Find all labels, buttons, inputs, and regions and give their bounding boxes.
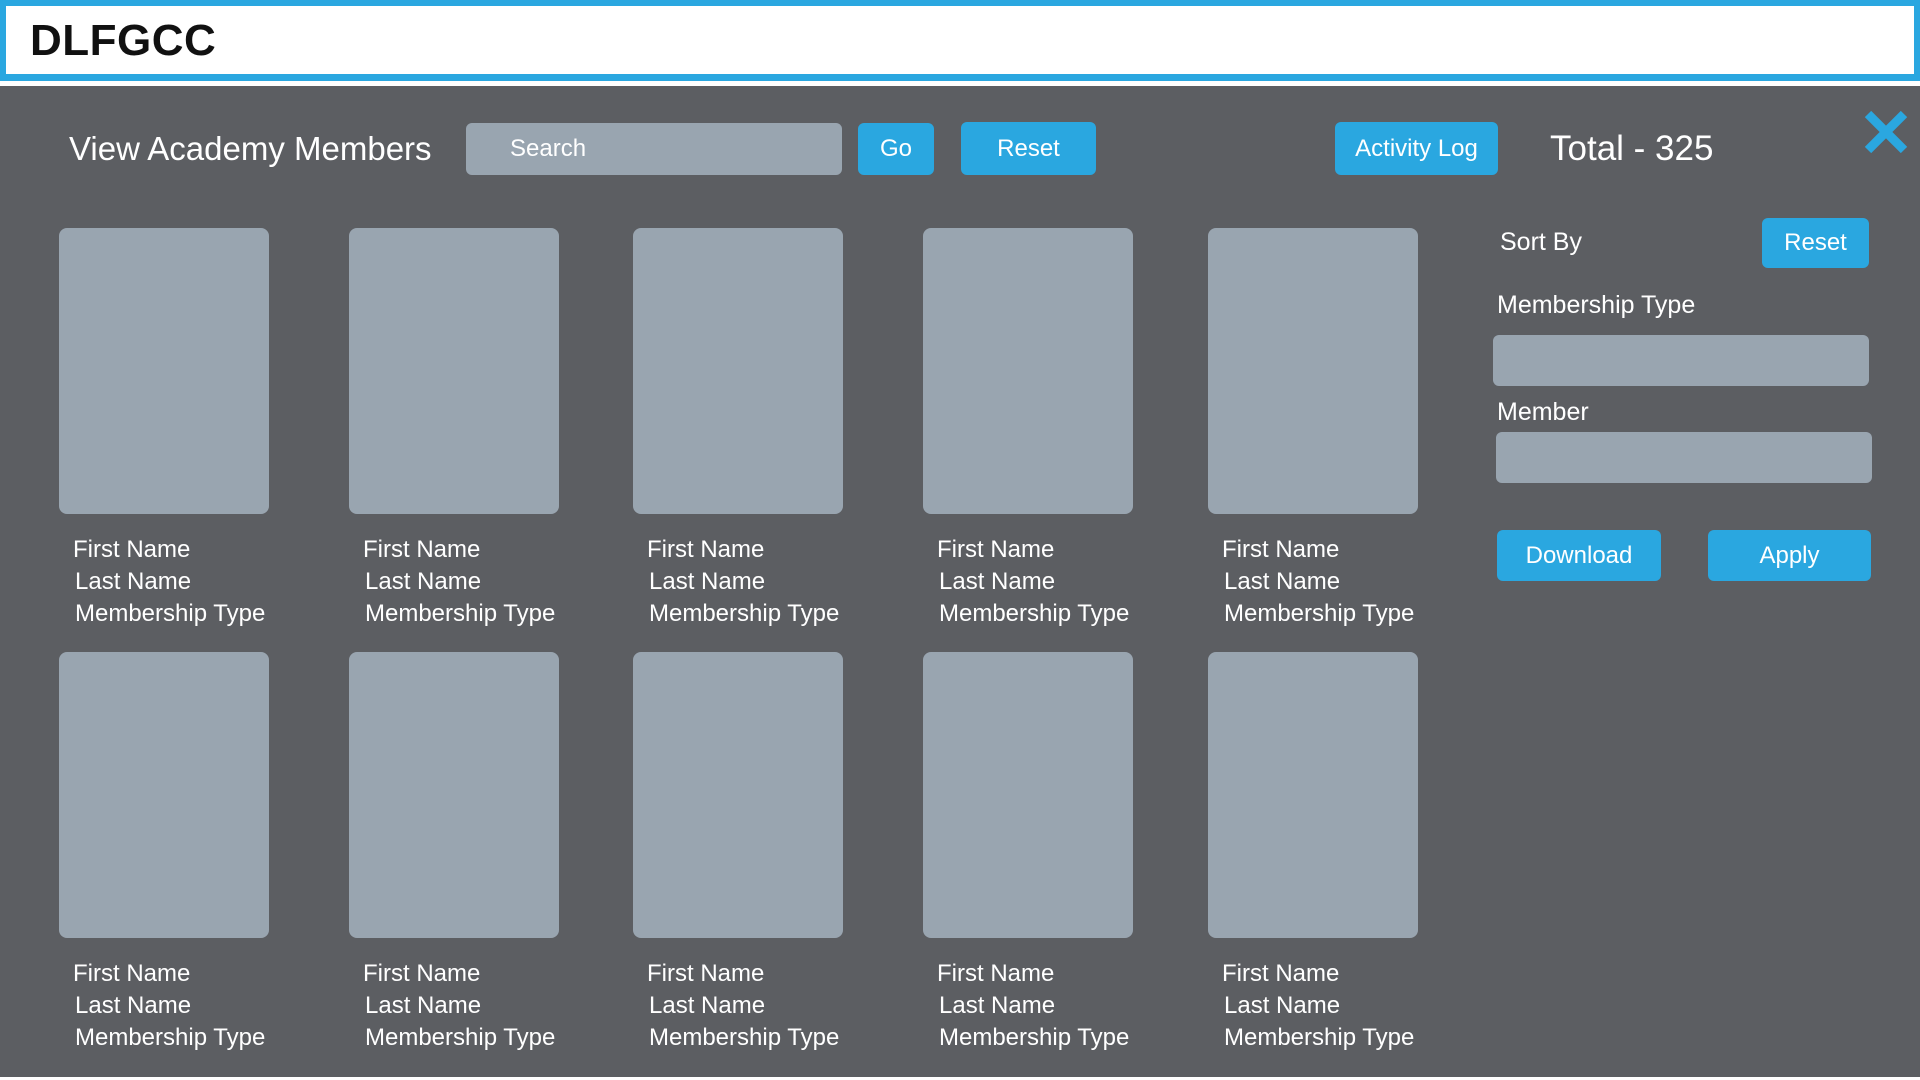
member-label: Member [1497,398,1589,426]
member-last-name: Last Name [75,568,192,595]
member-membership-type: Membership Type [75,1024,266,1051]
member-first-name: First Name [363,536,481,563]
member-last-name: Last Name [939,568,1056,595]
member-membership-type: Membership Type [75,600,266,627]
member-card[interactable]: First Name Last Name Membership Type [1208,652,1428,1054]
page-title: View Academy Members [69,130,432,167]
member-last-name: Last Name [649,992,766,1019]
member-membership-type: Membership Type [1224,1024,1415,1051]
member-card[interactable]: First Name Last Name Membership Type [349,652,569,1054]
member-last-name: Last Name [1224,992,1341,1019]
member-first-name: First Name [647,960,765,987]
member-membership-type: Membership Type [365,600,556,627]
member-photo [1208,228,1418,514]
member-membership-type: Membership Type [365,1024,556,1051]
member-first-name: First Name [937,960,1055,987]
member-first-name: First Name [647,536,765,563]
member-last-name: Last Name [1224,568,1341,595]
member-photo [923,652,1133,938]
member-card[interactable]: First Name Last Name Membership Type [923,228,1143,630]
member-select[interactable] [1496,432,1872,483]
reset-search-button[interactable]: Reset [961,122,1096,175]
sort-by-label: Sort By [1500,228,1582,256]
member-first-name: First Name [1222,960,1340,987]
close-icon[interactable] [1862,108,1910,156]
brand-logo-text: DLFGCC [30,16,217,65]
member-membership-type: Membership Type [939,600,1130,627]
member-first-name: First Name [73,960,191,987]
member-last-name: Last Name [649,568,766,595]
member-card[interactable]: First Name Last Name Membership Type [923,652,1143,1054]
member-last-name: Last Name [365,992,482,1019]
search-input[interactable] [466,123,842,175]
member-card[interactable]: First Name Last Name Membership Type [59,652,279,1054]
member-photo [923,228,1133,514]
member-first-name: First Name [937,536,1055,563]
member-first-name: First Name [73,536,191,563]
member-photo [59,228,269,514]
member-photo [633,652,843,938]
app-header: DLFGCC [0,0,1920,81]
member-photo [349,652,559,938]
member-photo [59,652,269,938]
apply-button[interactable]: Apply [1708,530,1871,581]
member-membership-type: Membership Type [649,1024,840,1051]
member-first-name: First Name [1222,536,1340,563]
membership-type-label: Membership Type [1497,291,1696,319]
total-count: Total - 325 [1550,129,1714,168]
member-photo [349,228,559,514]
member-membership-type: Membership Type [939,1024,1130,1051]
member-card[interactable]: First Name Last Name Membership Type [633,652,853,1054]
member-card[interactable]: First Name Last Name Membership Type [633,228,853,630]
member-membership-type: Membership Type [1224,600,1415,627]
member-last-name: Last Name [939,992,1056,1019]
member-last-name: Last Name [75,992,192,1019]
member-last-name: Last Name [365,568,482,595]
member-membership-type: Membership Type [649,600,840,627]
go-button[interactable]: Go [858,123,934,175]
activity-log-button[interactable]: Activity Log [1335,122,1498,175]
member-card[interactable]: First Name Last Name Membership Type [59,228,279,630]
member-first-name: First Name [363,960,481,987]
main-panel: View Academy Members Go Reset Activity L… [0,86,1920,1077]
member-card[interactable]: First Name Last Name Membership Type [1208,228,1428,630]
membership-type-select[interactable] [1493,335,1869,386]
member-photo [633,228,843,514]
member-photo [1208,652,1418,938]
download-button[interactable]: Download [1497,530,1661,581]
member-card[interactable]: First Name Last Name Membership Type [349,228,569,630]
reset-filters-button[interactable]: Reset [1762,218,1869,268]
